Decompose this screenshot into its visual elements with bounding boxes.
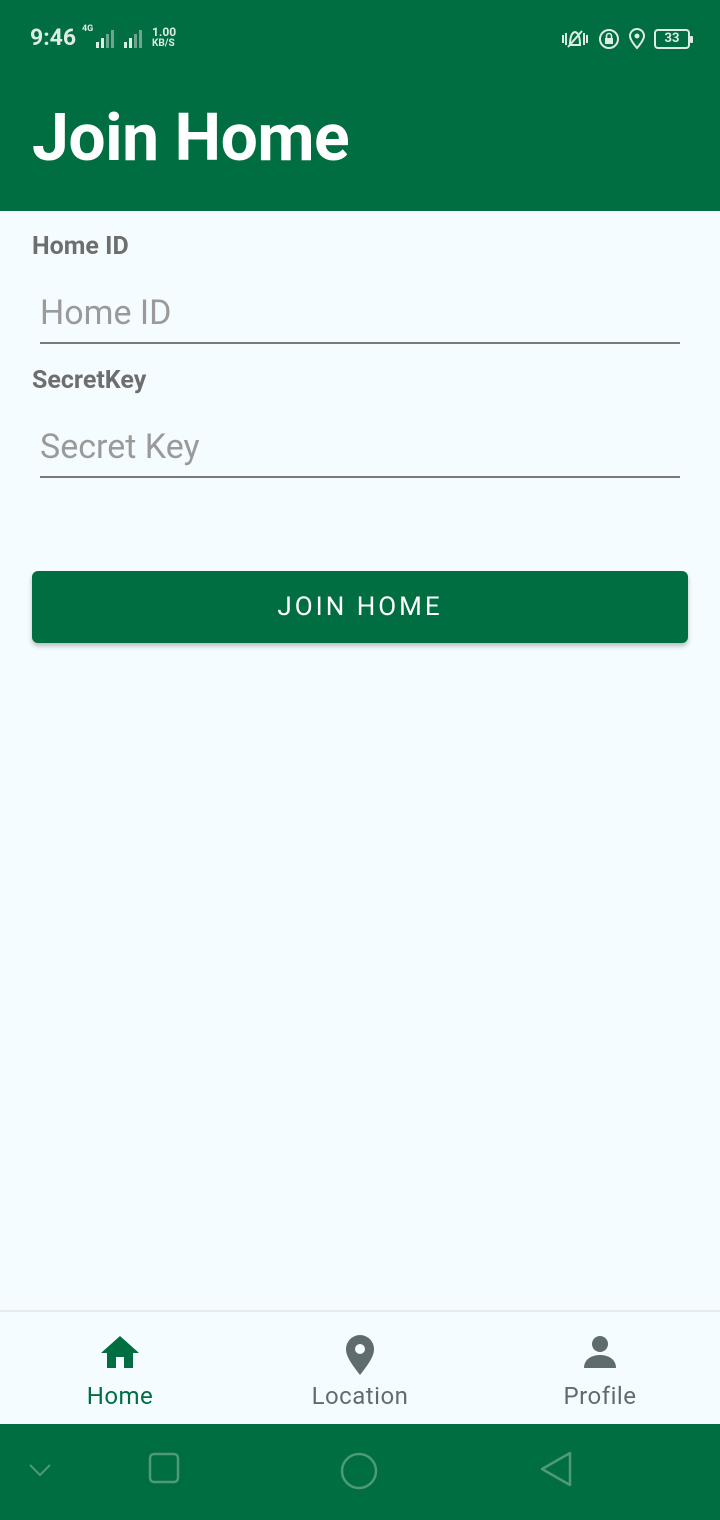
person-icon [584,1336,616,1368]
signal-strength-icon [96,28,114,48]
home-circle-icon[interactable] [340,1452,378,1490]
nav-label-location: Location [311,1382,409,1410]
signal-strength-icon-2 [124,28,142,48]
location-status-icon [628,28,646,50]
nav-label-home: Home [86,1382,154,1410]
home-icon [101,1336,139,1368]
home-id-label: Home ID [32,232,129,261]
status-time: 9:46 [30,24,77,51]
network-speed: 1.00 KB/S [152,25,177,49]
nav-item-location[interactable]: Location [240,1312,480,1426]
network-type-label: 4G [82,24,94,34]
battery-icon: 33 [654,29,693,49]
system-navigation-bar [0,1424,720,1520]
back-icon[interactable] [538,1450,574,1488]
status-bar: 9:46 4G 1.00 KB/S 33 [0,0,720,78]
app-header: 9:46 4G 1.00 KB/S 33 Join Home [0,0,720,211]
recent-apps-icon[interactable] [148,1452,180,1484]
home-id-input[interactable] [40,284,680,344]
join-home-button[interactable]: JOIN HOME [32,571,688,643]
secret-key-label: SecretKey [32,366,147,395]
status-icons: 33 [560,26,693,52]
chevron-down-icon[interactable] [28,1462,52,1478]
nav-item-home[interactable]: Home [0,1312,240,1426]
page-title: Join Home [32,100,350,177]
rotation-lock-icon [599,29,619,49]
secret-key-input[interactable] [40,418,680,478]
location-pin-icon [346,1335,374,1375]
nav-label-profile: Profile [563,1382,637,1410]
bottom-navigation: Home Location Profile [0,1310,720,1424]
vibrate-icon [562,30,588,48]
nav-item-profile[interactable]: Profile [480,1312,720,1426]
